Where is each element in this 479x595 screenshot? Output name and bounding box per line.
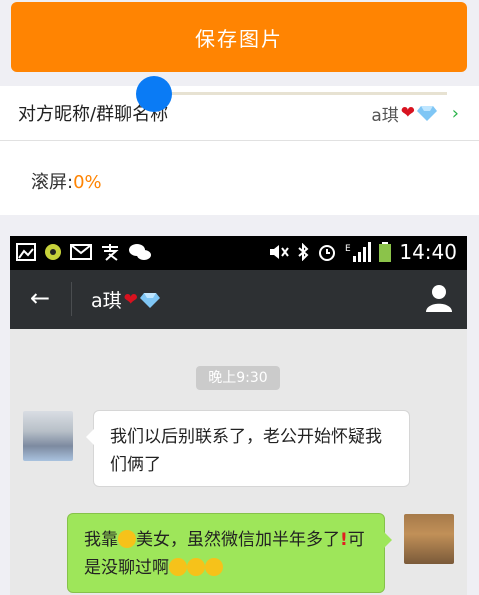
diamond-icon [139,292,160,308]
mail-icon [70,244,92,260]
person-icon[interactable] [426,284,452,312]
svg-text:E: E [345,244,351,254]
alarm-icon [319,245,336,261]
alipay-icon [102,244,119,261]
nickname-row[interactable]: 对方昵称/群聊名称 a琪 ❤ › [0,86,479,141]
chat-title: a琪 ❤ [91,286,160,313]
scroll-label: 滚屏: [31,172,74,193]
message-text-b: 美女，虽然微信加半年多了 [136,530,340,550]
header-divider [71,282,72,316]
back-arrow-icon[interactable]: ← [30,284,50,312]
image-icon [16,243,36,261]
diamond-icon [417,106,437,121]
save-image-button[interactable]: 保存图片 [11,2,467,72]
self-avatar[interactable] [404,514,454,564]
heart-icon: ❤ [123,289,138,310]
chat-preview: E 14:40 ← a琪 ❤ 晚上9:30 我们以后别联系了，老公开始怀疑我们俩… [10,236,467,595]
status-bar: E 14:40 [10,236,467,270]
scroll-label-group: 滚屏:0% [31,168,102,194]
mute-icon [270,245,290,259]
nickname-value: a琪 [371,105,399,126]
contact-avatar[interactable] [23,411,73,461]
settings-panel: 对方昵称/群聊名称 a琪 ❤ › 滚屏:0% [0,86,479,215]
message-bubble-right[interactable]: 我靠 美女，虽然微信加半年多了!可是没聊过啊 [67,513,392,593]
status-time: 14:40 [399,240,457,264]
slider-thumb[interactable] [136,76,172,112]
chat-header: ← a琪 ❤ [10,270,467,329]
timestamp-badge: 晚上9:30 [196,366,280,390]
status-right-icons: E 14:40 [267,240,457,264]
nickname-value-group: a琪 ❤ [371,101,437,126]
bluetooth-icon [298,243,309,261]
scroll-row: 滚屏:0% [0,142,479,215]
battery-icon [379,242,392,262]
grin-emoji-icon [205,558,223,576]
chevron-right-icon: › [451,102,459,124]
status-left-icons [16,242,152,262]
message-text-a: 我靠 [84,530,118,550]
wechat-icon [129,244,151,260]
signal-icon: E [345,242,372,262]
message-bubble-left[interactable]: 我们以后别联系了，老公开始怀疑我们俩了 [86,410,410,487]
crying-emoji-icon [118,530,136,548]
grin-emoji-icon [187,558,205,576]
scroll-percent: 0% [73,172,102,193]
chat-title-text: a琪 [91,290,122,312]
game-icon [45,244,61,260]
exclamation-icon: ! [340,530,348,550]
message-text: 我们以后别联系了，老公开始怀疑我们俩了 [110,427,382,475]
heart-icon: ❤ [400,103,415,123]
grin-emoji-icon [169,558,187,576]
